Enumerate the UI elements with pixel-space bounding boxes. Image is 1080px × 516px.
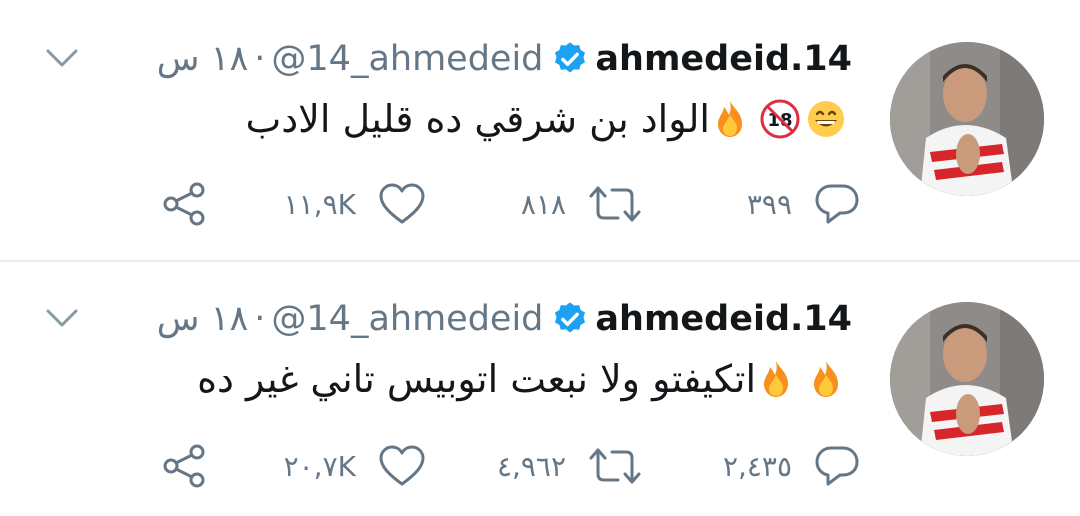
retweet-button[interactable]: ٤,٩٦٢ bbox=[497, 442, 642, 490]
reply-count: ٢,٤٣٥ bbox=[722, 449, 792, 483]
retweet-icon bbox=[589, 186, 641, 222]
like-button[interactable]: ١١,٩K bbox=[284, 180, 426, 228]
grinning-face-emoji bbox=[806, 99, 846, 139]
avatar[interactable] bbox=[890, 302, 1044, 456]
verified-badge-icon bbox=[551, 40, 589, 78]
like-count: ١١,٩K bbox=[283, 187, 356, 221]
separator-dot: · bbox=[254, 39, 266, 79]
timestamp[interactable]: ١٨ س bbox=[157, 39, 248, 79]
retweet-icon bbox=[589, 448, 641, 484]
like-count: ٢٠,٧K bbox=[283, 449, 356, 483]
reply-count: ٣٩٩ bbox=[746, 187, 792, 221]
display-name[interactable]: ahmedeid.14 bbox=[595, 39, 852, 79]
retweet-button[interactable]: ٨١٨ bbox=[521, 180, 642, 228]
share-icon bbox=[163, 444, 205, 488]
retweet-count: ٨١٨ bbox=[520, 187, 566, 221]
tweet[interactable]: ahmedeid.14 @14_ahmedeid · ١٨ س الواد بن… bbox=[0, 0, 1080, 262]
tweet-text-body: الواد بن شرقي ده قليل الادب bbox=[245, 97, 710, 141]
retweet-count: ٤,٩٦٢ bbox=[496, 449, 566, 483]
tweet-actions: ٣٩٩ ٨١٨ ١١,٩K bbox=[160, 180, 860, 228]
tweet-text: الواد بن شرقي ده قليل الادب 18 bbox=[245, 92, 852, 146]
user-handle[interactable]: @14_ahmedeid bbox=[271, 39, 543, 79]
fire-emoji bbox=[710, 99, 750, 139]
like-button[interactable]: ٢٠,٧K bbox=[284, 442, 426, 490]
reply-icon bbox=[815, 184, 859, 224]
share-button[interactable] bbox=[162, 442, 208, 490]
tweet-header: ahmedeid.14 @14_ahmedeid · ١٨ س bbox=[157, 36, 852, 82]
verified-badge-icon bbox=[551, 300, 589, 338]
tweet-header: ahmedeid.14 @14_ahmedeid · ١٨ س bbox=[157, 296, 852, 342]
display-name[interactable]: ahmedeid.14 bbox=[595, 299, 852, 339]
timestamp[interactable]: ١٨ س bbox=[157, 299, 248, 339]
reply-icon bbox=[815, 446, 859, 486]
share-button[interactable] bbox=[162, 180, 208, 228]
chevron-down-icon[interactable] bbox=[44, 46, 80, 70]
heart-icon bbox=[379, 183, 425, 224]
fire-emoji bbox=[806, 359, 846, 399]
tweet-text-body: اتكيفتو ولا نبعت اتوبيس تاني غير ده bbox=[197, 357, 756, 401]
tweet-actions: ٢,٤٣٥ ٤,٩٦٢ ٢٠,٧K bbox=[160, 442, 860, 490]
avatar[interactable] bbox=[890, 42, 1044, 196]
share-icon bbox=[163, 182, 205, 226]
chevron-down-icon[interactable] bbox=[44, 306, 80, 330]
reply-button[interactable]: ٣٩٩ bbox=[747, 180, 860, 228]
user-handle[interactable]: @14_ahmedeid bbox=[271, 299, 543, 339]
reply-button[interactable]: ٢,٤٣٥ bbox=[723, 442, 860, 490]
tweet-text: اتكيفتو ولا نبعت اتوبيس تاني غير ده bbox=[197, 352, 852, 406]
fire-emoji bbox=[756, 359, 796, 399]
tweet[interactable]: ahmedeid.14 @14_ahmedeid · ١٨ س اتكيفتو … bbox=[0, 262, 1080, 516]
no-under-18-emoji: 18 bbox=[760, 99, 800, 139]
heart-icon bbox=[379, 445, 425, 486]
separator-dot: · bbox=[254, 299, 266, 339]
